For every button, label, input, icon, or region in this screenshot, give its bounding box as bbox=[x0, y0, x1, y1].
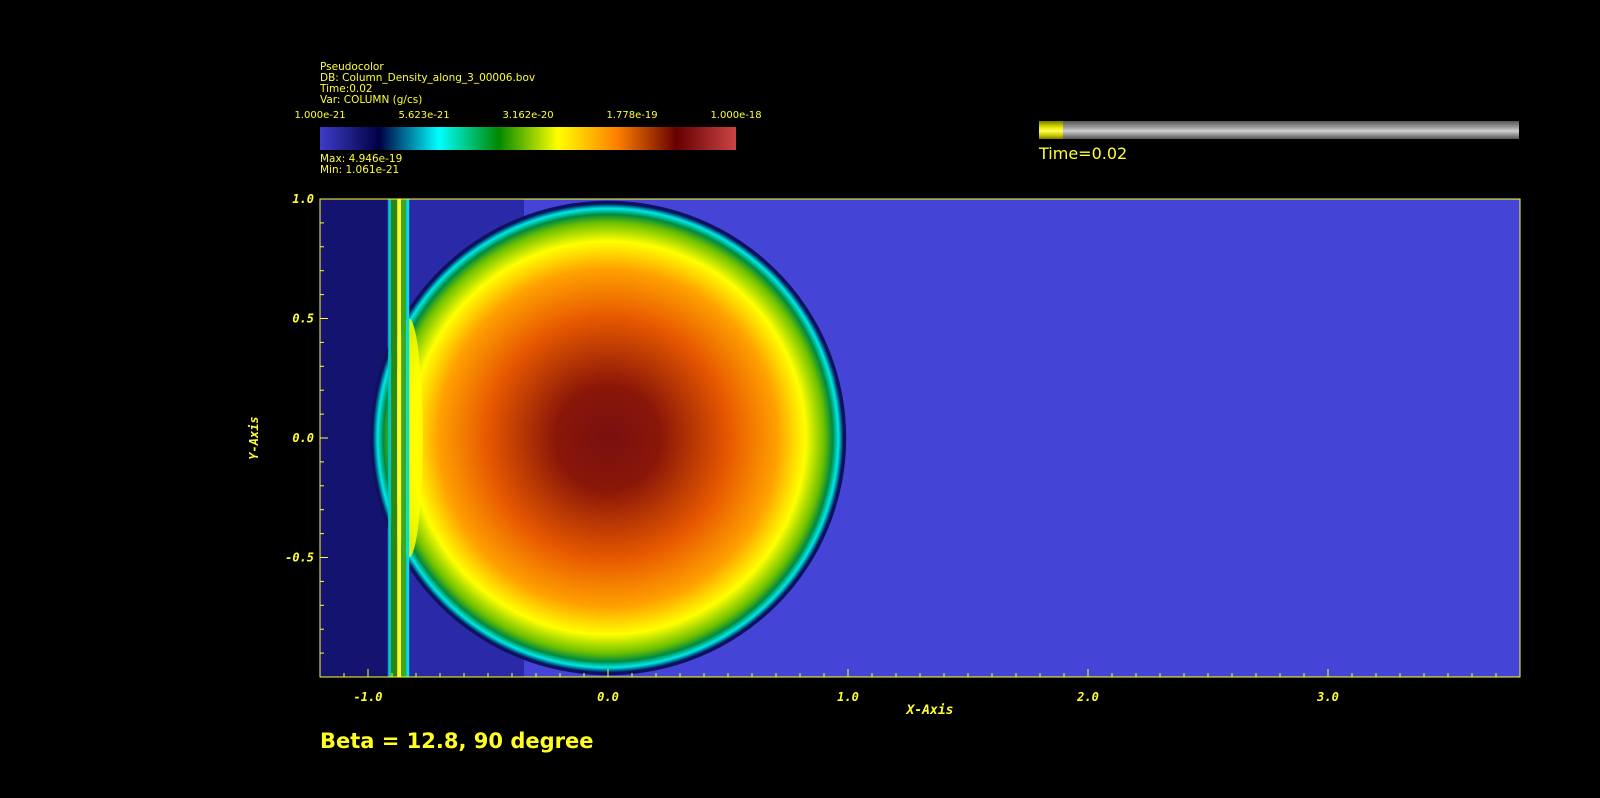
shock-band-outer-right bbox=[406, 199, 410, 677]
x-tick-label: 3.0 bbox=[1316, 690, 1339, 704]
y-axis-label: Y-Axis bbox=[247, 416, 261, 459]
shock-band-green bbox=[391, 199, 398, 677]
pseudocolor-plot: -1.0 0.0 1.0 2.0 3.0 1.0 0.5 0.0 -0.5 X-Axis Y-A… bbox=[247, 192, 1521, 718]
y-tick-label: 1.0 bbox=[292, 192, 314, 206]
shock-band-green-2 bbox=[401, 199, 407, 677]
shock-band-yellow bbox=[397, 199, 402, 677]
cloud bbox=[372, 203, 844, 673]
x-tick-label: -1.0 bbox=[354, 690, 383, 704]
shock-band-outer-left bbox=[388, 199, 392, 677]
y-tick-label: -0.5 bbox=[285, 551, 314, 565]
y-tick-label: 0.0 bbox=[292, 431, 314, 445]
y-tick-label: 0.5 bbox=[292, 312, 314, 326]
x-tick-label: 0.0 bbox=[597, 690, 619, 704]
x-tick-label: 2.0 bbox=[1076, 690, 1099, 704]
density-field bbox=[320, 199, 1520, 677]
x-tick-label: 1.0 bbox=[837, 690, 859, 704]
plot-caption: Beta = 12.8, 90 degree bbox=[320, 729, 594, 753]
x-axis-label: X-Axis bbox=[906, 703, 954, 718]
